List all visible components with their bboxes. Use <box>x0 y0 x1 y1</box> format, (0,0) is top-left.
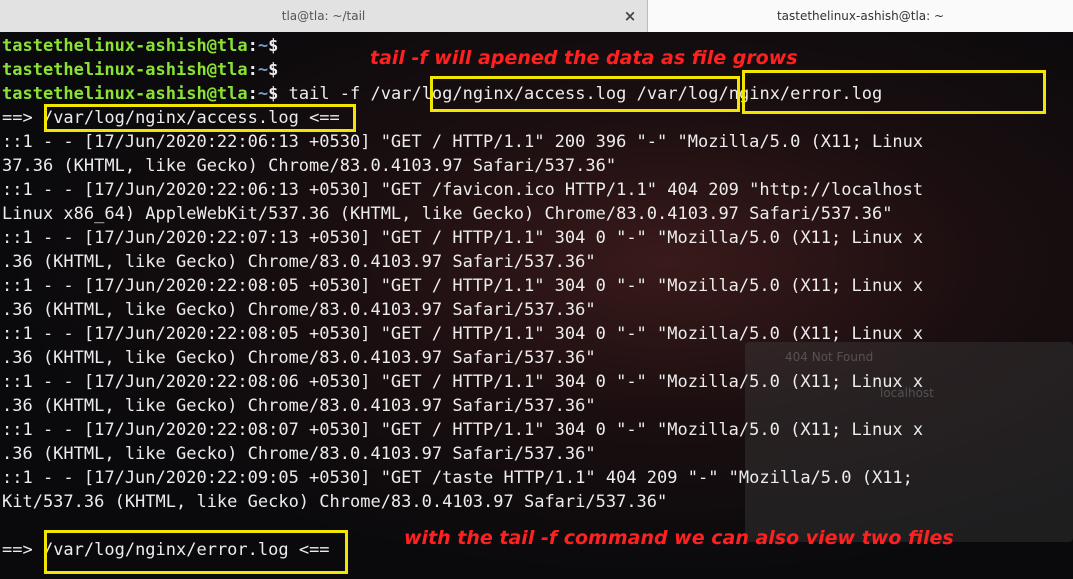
command-text: tail -f <box>278 84 371 104</box>
close-icon[interactable]: × <box>622 7 638 25</box>
log-line: Kit/537.36 (KHTML, like Gecko) Chrome/83… <box>2 492 668 512</box>
log-line: ::1 - - [17/Jun/2020:22:08:05 +0530] "GE… <box>2 276 924 296</box>
log-line: ::1 - - [17/Jun/2020:22:06:13 +0530] "GE… <box>2 180 924 200</box>
log-line: .36 (KHTML, like Gecko) Chrome/83.0.4103… <box>2 444 596 464</box>
log-line: 37.36 (KHTML, like Gecko) Chrome/83.0.41… <box>2 156 617 176</box>
annotation-bottom: with the tail -f command we can also vie… <box>404 527 954 549</box>
log-line: .36 (KHTML, like Gecko) Chrome/83.0.4103… <box>2 252 596 272</box>
log-line: ::1 - - [17/Jun/2020:22:08:07 +0530] "GE… <box>2 420 924 440</box>
tab-tastethelinux-active[interactable]: tastethelinux-ashish@tla: ~ <box>648 0 1073 32</box>
highlight-access-header <box>44 104 356 132</box>
terminal-tab-bar: tla@tla: ~/tail × tastethelinux-ashish@t… <box>0 0 1073 33</box>
tab-label: tla@tla: ~/tail <box>281 9 366 23</box>
highlight-error-header <box>44 530 348 574</box>
highlight-access-arg <box>430 76 740 112</box>
background-tab-title: 404 Not Found <box>785 350 874 364</box>
log-line: ::1 - - [17/Jun/2020:22:07:13 +0530] "GE… <box>2 228 924 248</box>
highlight-error-arg <box>742 70 1046 114</box>
prompt-line: tastethelinux-ashish@tla:~$ <box>2 60 279 80</box>
log-line: ::1 - - [17/Jun/2020:22:08:06 +0530] "GE… <box>2 372 924 392</box>
log-line: .36 (KHTML, like Gecko) Chrome/83.0.4103… <box>2 300 596 320</box>
terminal-output[interactable]: 404 Not Found localhost tastethelinux-as… <box>0 32 1073 579</box>
annotation-top: tail -f will apened the data as file gro… <box>370 47 798 69</box>
log-line: .36 (KHTML, like Gecko) Chrome/83.0.4103… <box>2 348 596 368</box>
log-line: Linux x86_64) AppleWebKit/537.36 (KHTML,… <box>2 204 893 224</box>
log-line: ::1 - - [17/Jun/2020:22:09:05 +0530] "GE… <box>2 468 913 488</box>
log-line: .36 (KHTML, like Gecko) Chrome/83.0.4103… <box>2 396 596 416</box>
tab-label: tastethelinux-ashish@tla: ~ <box>776 9 945 23</box>
prompt-line: tastethelinux-ashish@tla:~$ <box>2 36 279 56</box>
log-line: ::1 - - [17/Jun/2020:22:06:13 +0530] "GE… <box>2 132 924 152</box>
log-line: ::1 - - [17/Jun/2020:22:08:05 +0530] "GE… <box>2 324 924 344</box>
tab-tla-tail[interactable]: tla@tla: ~/tail × <box>0 0 648 32</box>
